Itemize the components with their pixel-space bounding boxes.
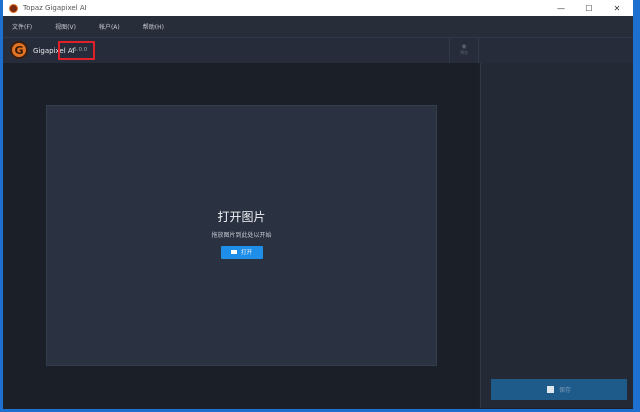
open-button[interactable]: 打开 [221, 246, 263, 259]
preview-label: 预览 [450, 50, 478, 56]
menu-account[interactable]: 帐户(A) [99, 22, 120, 31]
minimize-button[interactable]: — [547, 0, 575, 16]
menu-bar: 文件(F) 视图(V) 帐户(A) 帮助(H) [3, 16, 633, 37]
open-label: 打开 [241, 248, 252, 256]
maximize-button[interactable]: ☐ [575, 0, 603, 16]
menu-file[interactable]: 文件(F) [12, 22, 32, 31]
menu-help[interactable]: 帮助(H) [143, 22, 164, 31]
eye-icon: ◉ [450, 43, 478, 50]
menu-view[interactable]: 视图(V) [55, 22, 76, 31]
folder-icon [231, 250, 237, 254]
app-icon [9, 4, 18, 13]
save-label: 保存 [559, 385, 571, 394]
gigapixel-logo-icon: G [10, 41, 28, 59]
drop-zone[interactable]: 打开图片 拖放图片到此处以开始 打开 [46, 105, 437, 366]
preview-button[interactable]: ◉ 预览 [449, 38, 479, 63]
app-header: G Gigapixel AI v5.0.0 ◉ 预览 [3, 37, 633, 63]
settings-panel: 保存 [480, 63, 633, 408]
save-button[interactable]: 保存 [491, 379, 627, 400]
save-icon [547, 386, 554, 393]
title-bar: Topaz Gigapixel AI — ☐ ✕ [3, 0, 633, 16]
window-title: Topaz Gigapixel AI [23, 4, 87, 12]
close-button[interactable]: ✕ [603, 0, 631, 16]
canvas-area: 打开图片 拖放图片到此处以开始 打开 [5, 63, 478, 408]
app-window: Topaz Gigapixel AI — ☐ ✕ 文件(F) 视图(V) 帐户(… [3, 0, 633, 409]
drop-title: 打开图片 [47, 208, 436, 225]
drop-subtitle: 拖放图片到此处以开始 [47, 230, 436, 239]
highlight-box [58, 41, 95, 60]
